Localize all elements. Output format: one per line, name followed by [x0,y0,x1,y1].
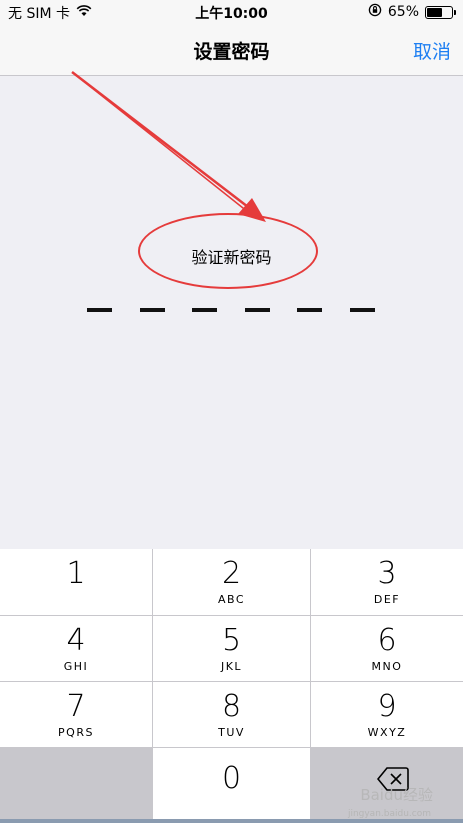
key-0[interactable]: 0 [153,748,310,823]
numeric-keypad: 0 1 2 ABC 3 DEF 4 GHI 5 JKL 6 MNO 7 PQRS 8 TUV 9 WXYZ [0,549,463,823]
key-1[interactable]: 1 [0,549,152,615]
key-5[interactable]: 5 JKL [153,616,310,681]
battery-percent: 65% [387,4,419,20]
key-digit: 6 [377,623,397,658]
battery-fill [427,7,442,17]
battery-icon [425,5,456,19]
passcode-dash [87,308,112,312]
nav-bar: 设置密码 取消 [0,24,463,76]
passcode-dash [192,308,217,312]
key-digit: 2 [221,556,242,591]
passcode-dash [297,308,322,312]
key-8[interactable]: 8 TUV [153,682,310,747]
key-letters: JKL [220,660,243,673]
key-3[interactable]: 3 DEF [311,549,463,615]
orientation-lock-icon [368,3,382,21]
key-letters: PQRS [58,726,94,739]
key-letters: TUV [218,726,245,739]
passcode-dash [349,308,375,312]
key-letters: ABC [217,593,246,606]
key-digit: 1 [66,556,86,591]
bottom-strip [0,819,463,823]
cancel-button[interactable]: 取消 [413,37,451,64]
key-4[interactable]: 4 GHI [0,616,152,681]
page-title: 设置密码 [193,41,270,63]
key-digit: 8 [221,689,242,724]
keypad-blank-key [0,748,152,823]
status-right: 65% [368,3,456,21]
key-digit: 3 [377,556,397,591]
key-digit: 7 [66,689,86,724]
passcode-dashes [87,308,377,316]
key-0-digit: 0 [221,761,242,796]
key-letters: DEF [373,593,401,606]
key-2[interactable]: 2 ABC [153,549,310,615]
key-digit: 9 [377,689,397,724]
watermark-brand: Baidu经验 [360,786,433,804]
key-7[interactable]: 7 PQRS [0,682,152,747]
key-letters: GHI [63,660,89,673]
watermark-url: jingyan.baidu.com [347,809,431,819]
screen: 无 SIM 卡 上午10:00 65% 设置密码 取消 验证新密码 0 1 2 … [0,0,463,823]
key-9[interactable]: 9 WXYZ [311,682,463,747]
key-digit: 5 [221,623,242,658]
key-digit: 4 [66,623,86,658]
passcode-prompt: 验证新密码 [191,248,272,267]
key-letters: MNO [371,660,403,673]
status-bar: 无 SIM 卡 上午10:00 65% [0,0,463,24]
key-6[interactable]: 6 MNO [311,616,463,681]
key-letters: WXYZ [367,726,407,739]
passcode-dash [244,308,270,312]
passcode-dash [139,308,165,312]
